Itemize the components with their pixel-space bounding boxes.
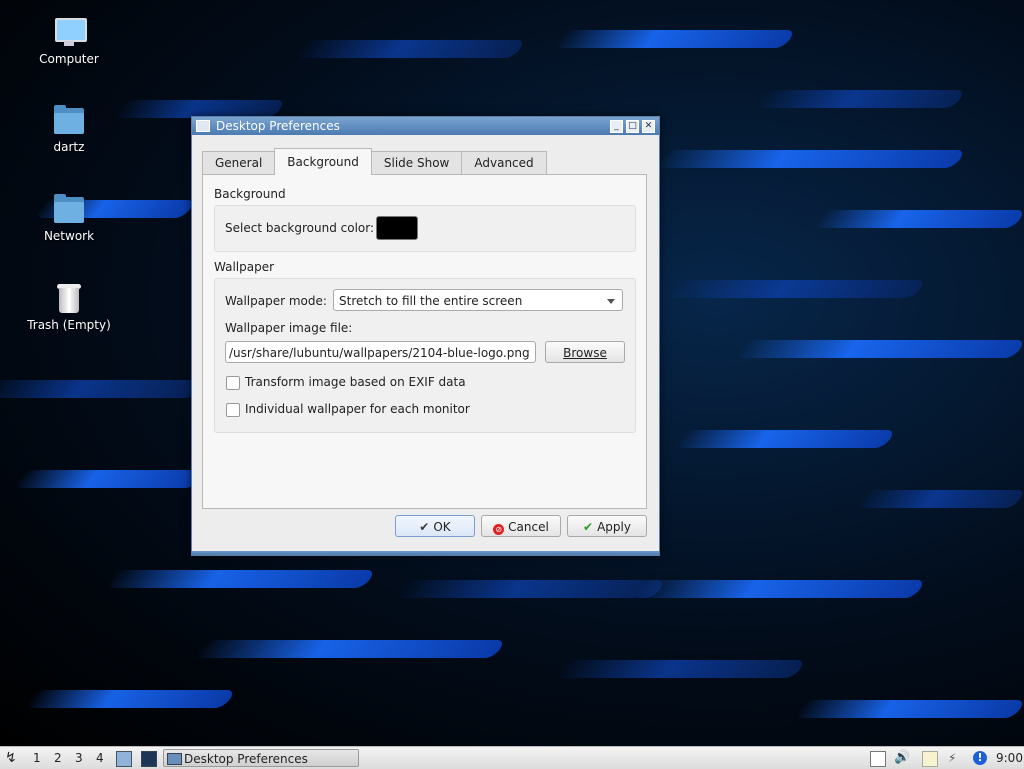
exif-checkbox[interactable] — [226, 376, 240, 390]
wallpaper-streak — [393, 580, 667, 598]
checkmark-icon: ✔ — [419, 520, 430, 534]
desktop-icon-trash[interactable]: Trash (Empty) — [21, 282, 117, 332]
apply-check-icon: ✔ — [583, 520, 594, 534]
notes-icon[interactable] — [922, 751, 938, 767]
wallpaper-streak — [673, 430, 897, 448]
wallpaper-streak — [633, 580, 927, 598]
background-group-box: Select background color: — [214, 205, 636, 252]
chevron-down-icon — [607, 299, 615, 304]
background-group-title: Background — [214, 187, 286, 201]
clipboard-icon[interactable] — [870, 751, 886, 767]
network-plug-icon[interactable]: ⚡ — [948, 751, 962, 765]
background-color-label: Select background color: — [225, 221, 375, 235]
desktop-icon-home[interactable]: dartz — [21, 104, 117, 154]
desktop-preferences-dialog: Desktop Preferences _ □ ✕ General Backgr… — [191, 116, 660, 556]
file-manager-icon[interactable] — [116, 751, 132, 767]
tab-background[interactable]: Background — [274, 148, 372, 175]
taskbar: ↯ 1 2 3 4 Desktop Preferences 🔊 ⚡ ! 9:00 — [0, 746, 1024, 769]
cancel-button[interactable]: ⊘ Cancel — [481, 515, 561, 537]
browse-button-label: Browse — [563, 346, 607, 360]
desktop-icon-label: dartz — [53, 140, 85, 154]
wallpaper-streak — [653, 150, 967, 168]
desktop-icon-label: Trash (Empty) — [27, 318, 111, 332]
close-icon[interactable]: ✕ — [642, 119, 655, 133]
task-desktop-preferences[interactable]: Desktop Preferences — [163, 749, 359, 767]
update-notifier-icon[interactable]: ! — [973, 751, 987, 765]
task-label: Desktop Preferences — [184, 752, 308, 766]
wallpaper-streak — [103, 570, 377, 588]
desktop-icon-computer[interactable]: Computer — [21, 16, 117, 66]
tab-general[interactable]: General — [202, 151, 276, 174]
minimize-icon[interactable]: _ — [610, 119, 623, 133]
cancel-button-label: Cancel — [508, 520, 549, 534]
background-tab-panel: Background Select background color: Wall… — [202, 174, 647, 509]
wallpaper-streak — [23, 690, 237, 708]
volume-icon[interactable]: 🔊 — [894, 751, 910, 765]
maximize-icon[interactable]: □ — [626, 119, 639, 133]
workspace-2[interactable]: 2 — [54, 747, 62, 769]
per-monitor-label: Individual wallpaper for each monitor — [245, 402, 470, 416]
computer-icon — [52, 16, 87, 48]
dialog-titlebar[interactable]: Desktop Preferences _ □ ✕ — [192, 117, 659, 135]
wallpaper-file-label: Wallpaper image file: — [225, 321, 353, 335]
ok-button[interactable]: ✔ OK — [395, 515, 475, 537]
desktop-icon-label: Network — [43, 229, 95, 243]
desktop-icon-network[interactable]: Network — [21, 193, 117, 243]
wallpaper-group-title: Wallpaper — [214, 260, 275, 274]
network-folder-icon — [52, 193, 86, 225]
wallpaper-mode-select[interactable]: Stretch to fill the entire screen — [333, 289, 623, 311]
per-monitor-checkbox[interactable] — [226, 403, 240, 417]
menu-icon[interactable]: ↯ — [5, 747, 17, 769]
apply-button-label: Apply — [597, 520, 631, 534]
wallpaper-streak — [0, 380, 207, 398]
clock[interactable]: 9:00 — [996, 747, 1023, 769]
dialog-bottom-border — [192, 551, 659, 555]
wallpaper-streak — [293, 40, 527, 58]
workspace-4[interactable]: 4 — [96, 747, 104, 769]
wallpaper-streak — [753, 90, 967, 108]
wallpaper-streak — [733, 340, 1024, 358]
tab-slide-show[interactable]: Slide Show — [370, 151, 463, 174]
dialog-title: Desktop Preferences — [216, 119, 340, 133]
tab-advanced[interactable]: Advanced — [461, 151, 547, 174]
wallpaper-file-input[interactable]: /usr/share/lubuntu/wallpapers/2104-blue-… — [225, 341, 536, 363]
window-icon — [196, 120, 210, 132]
tab-bar: General Background Slide Show Advanced — [202, 148, 547, 175]
wallpaper-group-box: Wallpaper mode: Stretch to fill the enti… — [214, 278, 636, 433]
terminal-icon[interactable] — [141, 751, 157, 767]
wallpaper-streak — [793, 700, 1024, 718]
browse-button[interactable]: Browse — [545, 341, 625, 363]
wallpaper-streak — [813, 210, 1024, 228]
wallpaper-streak — [663, 280, 927, 298]
trash-icon — [52, 282, 86, 314]
apply-button[interactable]: ✔ Apply — [567, 515, 647, 537]
workspace-3[interactable]: 3 — [75, 747, 83, 769]
wallpaper-streak — [553, 30, 797, 48]
workspace-1[interactable]: 1 — [33, 747, 41, 769]
desktop-icon-label: Computer — [39, 52, 99, 66]
wallpaper-mode-value: Stretch to fill the entire screen — [339, 294, 523, 308]
exif-label: Transform image based on EXIF data — [245, 375, 466, 389]
cancel-icon: ⊘ — [493, 524, 505, 535]
wallpaper-streak — [193, 640, 507, 658]
home-folder-icon — [52, 104, 86, 136]
wallpaper-streak — [553, 660, 807, 678]
background-color-button[interactable] — [376, 216, 418, 240]
ok-button-label: OK — [433, 520, 451, 534]
wallpaper-mode-label: Wallpaper mode: — [225, 294, 327, 308]
wallpaper-streak — [853, 490, 1024, 508]
window-icon — [167, 753, 182, 765]
wallpaper-streak — [13, 470, 207, 488]
